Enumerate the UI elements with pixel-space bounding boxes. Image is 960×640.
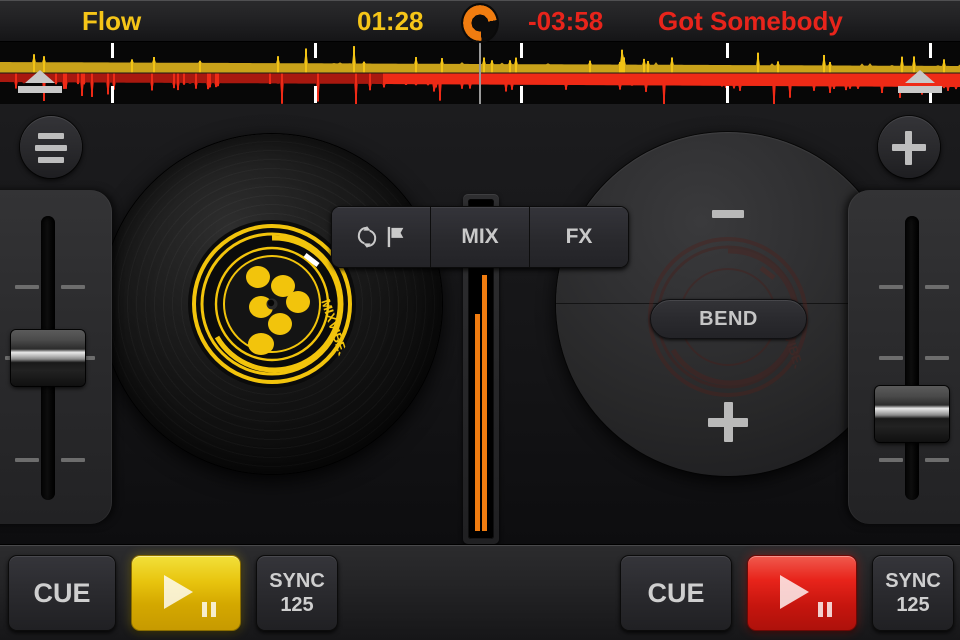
pitch-tick bbox=[61, 458, 85, 462]
playhead-indicator[interactable] bbox=[479, 42, 481, 104]
pitch-tick-center bbox=[879, 356, 903, 360]
transport-bar: CUE SYNC 125 CUE SYNC 125 bbox=[0, 544, 960, 640]
segment-fx[interactable]: FX bbox=[529, 207, 628, 267]
pitch-tick bbox=[879, 285, 903, 289]
deck-b-bpm-value: 125 bbox=[896, 593, 930, 616]
beat-marker-a bbox=[111, 43, 115, 58]
eject-bar bbox=[898, 86, 942, 93]
segment-fx-label: FX bbox=[565, 225, 593, 248]
segment-mix[interactable]: MIX bbox=[430, 207, 529, 267]
plus-icon bbox=[878, 116, 940, 178]
deck-a-sync-button[interactable]: SYNC 125 bbox=[256, 555, 338, 631]
deck-b-sync-button[interactable]: SYNC 125 bbox=[872, 555, 954, 631]
pitch-tick bbox=[15, 285, 39, 289]
beat-marker-a bbox=[520, 43, 524, 58]
play-triangle-icon bbox=[164, 575, 193, 609]
pitch-tick-center bbox=[925, 356, 949, 360]
deck-b-track-title: Got Somebody bbox=[658, 6, 843, 36]
pitch-tick bbox=[925, 285, 949, 289]
segment-mix-label: MIX bbox=[461, 225, 499, 248]
segment-loop-flag[interactable] bbox=[332, 207, 430, 267]
deck-a-track-title: Flow bbox=[82, 6, 142, 36]
deck-a-pitch-fader[interactable] bbox=[11, 330, 85, 386]
beat-marker-b bbox=[313, 86, 317, 103]
deck-b-pitch-fader[interactable] bbox=[875, 386, 949, 442]
deck-b-cue-label: CUE bbox=[647, 577, 705, 608]
beat-marker-a bbox=[313, 43, 317, 58]
deck-b-remaining-time: -03:58 bbox=[528, 6, 604, 36]
pause-bars-icon bbox=[202, 602, 216, 617]
deck-a-play-pause-button[interactable] bbox=[131, 555, 241, 631]
dj-app-screen: Flow 01:28 -03:58 Got Somebody MIXVIBES … bbox=[0, 0, 960, 640]
flag-icon bbox=[387, 226, 404, 248]
deck-body: MIXVIBES MIX FX MIXVIBES BEND bbox=[0, 104, 960, 544]
bend-button[interactable]: BEND bbox=[650, 299, 807, 339]
play-pause-icon bbox=[156, 569, 216, 617]
vinyl-record[interactable]: MIXVIBES bbox=[102, 134, 442, 474]
deck-a-elapsed-time: 01:28 bbox=[357, 6, 424, 36]
pitch-tick bbox=[61, 285, 85, 289]
divide-icon bbox=[20, 116, 82, 178]
play-pause-icon bbox=[772, 569, 832, 617]
divide-icon-button[interactable] bbox=[20, 116, 82, 178]
beat-marker-b bbox=[725, 86, 729, 103]
deck-a-vinyl-platter[interactable]: MIXVIBES bbox=[102, 134, 442, 474]
deck-b-pitch-panel bbox=[848, 190, 960, 524]
deck-b-sync-label: SYNC bbox=[885, 569, 941, 592]
beat-marker-b bbox=[520, 86, 524, 103]
deck-b-cue-button[interactable]: CUE bbox=[620, 555, 732, 631]
waveform-strip[interactable] bbox=[0, 42, 960, 104]
deck-a-bpm-value: 125 bbox=[280, 593, 314, 616]
spinner-arc bbox=[463, 5, 497, 41]
deck-b-pitch-slot[interactable] bbox=[905, 216, 919, 500]
bend-label: BEND bbox=[699, 307, 758, 330]
deck-a-cue-label: CUE bbox=[33, 577, 91, 608]
pitch-tick bbox=[15, 458, 39, 462]
vu-bar-right bbox=[482, 275, 487, 531]
vu-bar-left bbox=[475, 314, 480, 531]
deck-a-cue-button[interactable]: CUE bbox=[8, 555, 116, 631]
pitch-bend-plus-icon[interactable] bbox=[708, 402, 748, 442]
pitch-bend-minus-icon[interactable] bbox=[712, 210, 744, 218]
beat-marker-a bbox=[929, 43, 933, 58]
deck-b-play-pause-button[interactable] bbox=[747, 555, 857, 631]
pitch-tick bbox=[925, 458, 949, 462]
deck-a-sync-label: SYNC bbox=[269, 569, 325, 592]
pitch-tick bbox=[879, 458, 903, 462]
eject-triangle bbox=[905, 70, 935, 83]
top-info-bar: Flow 01:28 -03:58 Got Somebody bbox=[0, 0, 960, 42]
deck-a-pitch-panel bbox=[0, 190, 112, 524]
eject-triangle bbox=[25, 70, 55, 83]
eject-bar bbox=[18, 86, 62, 93]
eject-icon-deck-b[interactable] bbox=[898, 70, 942, 96]
beat-marker-a bbox=[725, 43, 729, 58]
plus-icon-button[interactable] bbox=[878, 116, 940, 178]
loading-spinner-icon bbox=[463, 5, 497, 41]
center-segmented-control: MIX FX bbox=[331, 206, 629, 268]
beat-marker-b bbox=[111, 86, 115, 103]
play-triangle-icon bbox=[780, 575, 809, 609]
loop-icon bbox=[357, 226, 377, 248]
pause-bars-icon bbox=[818, 602, 832, 617]
eject-icon-deck-a[interactable] bbox=[18, 70, 62, 96]
